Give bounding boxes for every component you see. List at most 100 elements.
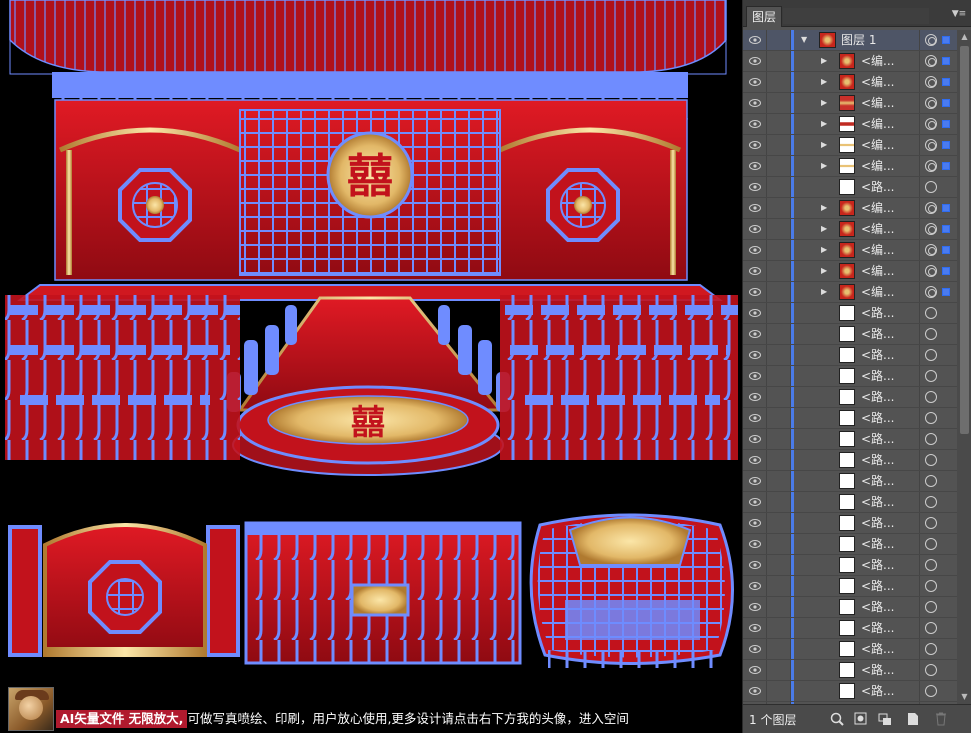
visibility-eye-icon[interactable] <box>743 681 767 701</box>
lock-toggle[interactable] <box>767 429 791 449</box>
tab-layers[interactable]: 图层 <box>746 6 783 27</box>
wedding-stage-artwork[interactable]: 囍 囍 <box>0 0 742 733</box>
visibility-eye-icon[interactable] <box>743 240 767 260</box>
layer-row[interactable]: ▶ <编... <box>743 261 957 282</box>
target-circle-icon[interactable] <box>925 307 937 319</box>
layer-name[interactable]: <路... <box>861 639 919 659</box>
layer-name[interactable]: <路... <box>861 345 919 365</box>
new-layer-icon[interactable] <box>905 711 921 727</box>
visibility-eye-icon[interactable] <box>743 135 767 155</box>
expand-arrow-icon[interactable]: ▶ <box>821 266 831 276</box>
selection-square-icon[interactable] <box>942 120 950 128</box>
expand-arrow-icon[interactable]: ▶ <box>821 287 831 297</box>
layer-name[interactable]: <路... <box>861 471 919 491</box>
target-circle-icon[interactable] <box>925 181 937 193</box>
scroll-up-icon[interactable]: ▲ <box>957 30 971 44</box>
lock-toggle[interactable] <box>767 471 791 491</box>
target-circle-icon[interactable] <box>925 454 937 466</box>
visibility-eye-icon[interactable] <box>743 639 767 659</box>
layer-row[interactable]: <路... <box>743 303 957 324</box>
selection-square-icon[interactable] <box>942 288 950 296</box>
layer-row[interactable]: <路... <box>743 408 957 429</box>
layer-row[interactable]: ▶ <编... <box>743 72 957 93</box>
layer-row[interactable]: <路... <box>743 471 957 492</box>
visibility-eye-icon[interactable] <box>743 408 767 428</box>
top-valance[interactable] <box>9 0 727 75</box>
lock-toggle[interactable] <box>767 114 791 134</box>
visibility-eye-icon[interactable] <box>743 30 767 50</box>
new-sublayer-icon[interactable] <box>877 711 893 727</box>
lock-toggle[interactable] <box>767 303 791 323</box>
visibility-eye-icon[interactable] <box>743 450 767 470</box>
target-circle-icon[interactable] <box>925 559 937 571</box>
layer-name[interactable]: <编... <box>861 240 919 260</box>
layer-row[interactable]: ▶ <编... <box>743 156 957 177</box>
collapse-arrow-icon[interactable]: ▼ <box>801 35 811 45</box>
layer-row[interactable]: <路... <box>743 387 957 408</box>
visibility-eye-icon[interactable] <box>743 576 767 596</box>
layers-scrollbar[interactable]: ▲ ▼ <box>957 30 971 704</box>
visibility-eye-icon[interactable] <box>743 492 767 512</box>
visibility-eye-icon[interactable] <box>743 303 767 323</box>
target-circle-icon[interactable] <box>925 475 937 487</box>
lock-toggle[interactable] <box>767 198 791 218</box>
target-circle-icon[interactable] <box>925 664 937 676</box>
visibility-eye-icon[interactable] <box>743 219 767 239</box>
layer-row[interactable]: ▶ <编... <box>743 51 957 72</box>
lock-toggle[interactable] <box>767 282 791 302</box>
target-circle-icon[interactable] <box>925 55 937 67</box>
visibility-eye-icon[interactable] <box>743 261 767 281</box>
artwork-panel-arch[interactable] <box>8 523 240 657</box>
target-circle-icon[interactable] <box>925 244 937 256</box>
artboard-canvas[interactable]: 囍 囍 AI矢量文件 无限放大, 可做写真喷绘、印刷，用户放心使用,更多设计请点… <box>0 0 742 733</box>
target-circle-icon[interactable] <box>925 685 937 697</box>
target-circle-icon[interactable] <box>925 412 937 424</box>
layer-row[interactable]: <路... <box>743 618 957 639</box>
layer-name[interactable]: <编... <box>861 51 919 71</box>
layer-name[interactable]: <路... <box>861 324 919 344</box>
visibility-eye-icon[interactable] <box>743 513 767 533</box>
target-circle-icon[interactable] <box>925 580 937 592</box>
selection-square-icon[interactable] <box>942 246 950 254</box>
lock-toggle[interactable] <box>767 261 791 281</box>
lock-toggle[interactable] <box>767 408 791 428</box>
layer-row-top[interactable]: ▼ 图层 1 <box>743 30 957 51</box>
lock-toggle[interactable] <box>767 513 791 533</box>
layer-name[interactable]: <路... <box>861 387 919 407</box>
visibility-eye-icon[interactable] <box>743 51 767 71</box>
target-circle-icon[interactable] <box>925 391 937 403</box>
target-circle-icon[interactable] <box>925 328 937 340</box>
layer-name[interactable]: <路... <box>861 303 919 323</box>
selection-square-icon[interactable] <box>942 162 950 170</box>
visibility-eye-icon[interactable] <box>743 345 767 365</box>
layer-name[interactable]: <编... <box>861 72 919 92</box>
layer-name[interactable]: <编... <box>861 261 919 281</box>
visibility-eye-icon[interactable] <box>743 324 767 344</box>
layer-row[interactable]: <路... <box>743 513 957 534</box>
layer-row[interactable]: <路... <box>743 660 957 681</box>
target-circle-icon[interactable] <box>925 223 937 235</box>
layer-name[interactable]: <编... <box>861 198 919 218</box>
target-circle-icon[interactable] <box>925 496 937 508</box>
target-circle-icon[interactable] <box>925 349 937 361</box>
make-clipping-mask-icon[interactable] <box>853 711 869 727</box>
backdrop-wall[interactable]: 囍 <box>54 99 688 281</box>
layer-name[interactable]: <路... <box>861 534 919 554</box>
lock-toggle[interactable] <box>767 576 791 596</box>
lock-toggle[interactable] <box>767 30 791 50</box>
expand-arrow-icon[interactable]: ▶ <box>821 98 831 108</box>
layer-name[interactable]: <编... <box>861 135 919 155</box>
lock-toggle[interactable] <box>767 72 791 92</box>
delete-layer-icon[interactable] <box>933 711 949 727</box>
target-circle-icon[interactable] <box>925 538 937 550</box>
selection-square-icon[interactable] <box>942 267 950 275</box>
layer-row[interactable]: <路... <box>743 534 957 555</box>
visibility-eye-icon[interactable] <box>743 72 767 92</box>
layer-name[interactable]: <路... <box>861 408 919 428</box>
layer-name[interactable]: <编... <box>861 156 919 176</box>
lock-toggle[interactable] <box>767 618 791 638</box>
selection-square-icon[interactable] <box>942 141 950 149</box>
lock-toggle[interactable] <box>767 93 791 113</box>
lock-toggle[interactable] <box>767 51 791 71</box>
layer-row[interactable]: <路... <box>743 450 957 471</box>
